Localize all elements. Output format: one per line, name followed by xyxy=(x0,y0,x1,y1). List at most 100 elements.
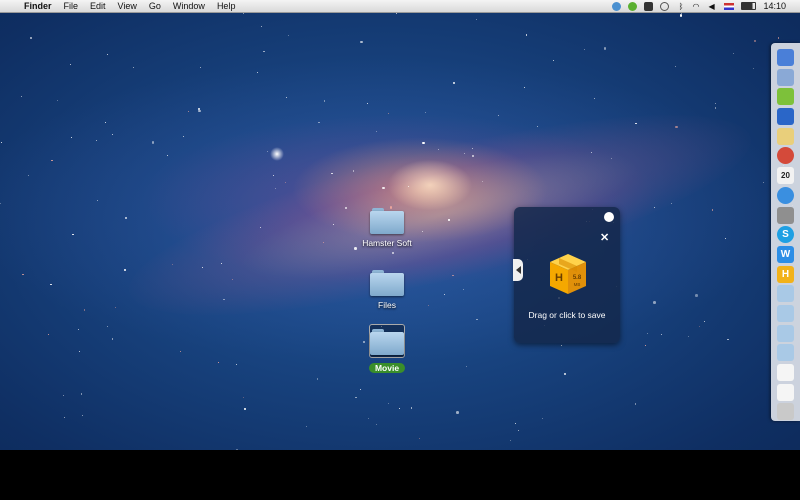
desktop-folder-files[interactable]: Files xyxy=(347,270,427,310)
folder-icon[interactable] xyxy=(777,285,794,303)
folder-icon-4[interactable] xyxy=(777,344,794,362)
widget-status-dot xyxy=(604,212,614,222)
star xyxy=(317,378,319,380)
menu-file[interactable]: File xyxy=(58,0,85,12)
star xyxy=(323,242,324,243)
star xyxy=(463,288,465,290)
folder-icon-3[interactable] xyxy=(777,324,794,342)
star xyxy=(79,350,81,352)
star xyxy=(514,422,516,424)
star xyxy=(80,393,83,395)
battery-icon[interactable] xyxy=(741,2,757,10)
document-icon-2[interactable] xyxy=(777,383,794,401)
checkmark-icon[interactable] xyxy=(628,1,638,11)
bat-icon[interactable] xyxy=(644,1,654,11)
star xyxy=(399,407,400,409)
desktop-folder-movie[interactable]: Movie xyxy=(347,324,427,376)
video-call-icon[interactable] xyxy=(777,108,794,126)
widget-caption: Drag or click to save xyxy=(528,310,606,320)
app-menu-finder[interactable]: Finder xyxy=(18,0,58,12)
star xyxy=(236,364,238,366)
hamster-icon[interactable]: H xyxy=(777,265,794,283)
star xyxy=(125,217,127,219)
folder-icon-2[interactable] xyxy=(777,304,794,322)
star xyxy=(285,181,287,183)
preview-icon[interactable] xyxy=(777,68,794,86)
star xyxy=(260,25,262,27)
desktop-item-label: Hamster Soft xyxy=(362,238,412,248)
star xyxy=(305,425,307,427)
star xyxy=(22,274,24,276)
star xyxy=(179,351,182,353)
star xyxy=(704,320,706,323)
star xyxy=(437,148,439,150)
menu-edit[interactable]: Edit xyxy=(84,0,112,12)
trash-icon[interactable] xyxy=(777,403,794,421)
archive-box-icon[interactable]: H 5.8 MB xyxy=(544,248,592,296)
star xyxy=(133,66,135,69)
flag-icon[interactable] xyxy=(724,2,735,10)
itunes-icon[interactable] xyxy=(777,186,794,204)
star xyxy=(428,304,430,306)
star xyxy=(777,37,780,39)
document-icon[interactable] xyxy=(777,364,794,381)
star xyxy=(78,329,80,331)
finder-icon[interactable] xyxy=(777,49,794,66)
bright-star xyxy=(270,147,284,161)
star xyxy=(466,366,468,368)
desktop-item-label: Movie xyxy=(368,363,406,373)
star xyxy=(167,155,168,157)
menu-window[interactable]: Window xyxy=(167,0,211,12)
star xyxy=(81,414,83,416)
notes-icon[interactable] xyxy=(777,127,794,145)
star xyxy=(653,207,655,208)
star xyxy=(387,402,389,404)
star xyxy=(318,121,320,124)
box-unit: MB xyxy=(574,282,581,287)
star xyxy=(1,142,3,143)
star xyxy=(553,60,554,61)
system-preferences-icon[interactable] xyxy=(777,206,794,224)
skype-icon[interactable]: S xyxy=(777,226,794,244)
bluetooth-icon[interactable]: ᛒ xyxy=(676,2,685,11)
menu-help[interactable]: Help xyxy=(211,0,242,12)
menu-go[interactable]: Go xyxy=(143,0,167,12)
star xyxy=(266,151,268,152)
chrome-icon[interactable] xyxy=(777,147,794,165)
star xyxy=(107,325,109,327)
star xyxy=(476,318,478,320)
star xyxy=(28,175,30,176)
save-widget[interactable]: ✕ H 5.8 MB Drag or click to save xyxy=(513,207,620,343)
menu-view[interactable]: View xyxy=(112,0,143,12)
star xyxy=(471,147,473,149)
star xyxy=(634,403,636,405)
star xyxy=(183,135,184,137)
android-icon[interactable] xyxy=(777,88,794,106)
star xyxy=(679,14,683,17)
galaxy-band xyxy=(113,74,767,356)
desktop-folder-hamster-soft[interactable]: Hamster Soft xyxy=(347,208,427,248)
close-icon[interactable]: ✕ xyxy=(600,233,609,244)
star xyxy=(112,133,114,135)
word-icon[interactable]: W xyxy=(777,245,794,263)
star xyxy=(523,87,525,89)
star xyxy=(218,362,220,364)
time-machine-icon[interactable] xyxy=(660,1,670,11)
star xyxy=(198,109,201,113)
widget-collapse-handle[interactable] xyxy=(513,259,523,281)
volume-icon[interactable]: ◀ xyxy=(708,2,717,11)
star xyxy=(382,186,385,190)
sync-icon[interactable] xyxy=(612,1,622,11)
wifi-icon[interactable]: ◠ xyxy=(692,2,701,11)
star xyxy=(323,100,326,102)
menubar-clock[interactable]: 14:10 xyxy=(763,1,786,11)
star xyxy=(754,40,756,42)
star xyxy=(422,141,425,145)
star xyxy=(105,121,107,123)
calendar-icon[interactable]: 20 xyxy=(777,167,794,185)
star xyxy=(752,67,755,70)
star xyxy=(21,95,23,97)
star xyxy=(635,122,637,124)
star xyxy=(272,174,275,177)
star xyxy=(653,301,656,304)
